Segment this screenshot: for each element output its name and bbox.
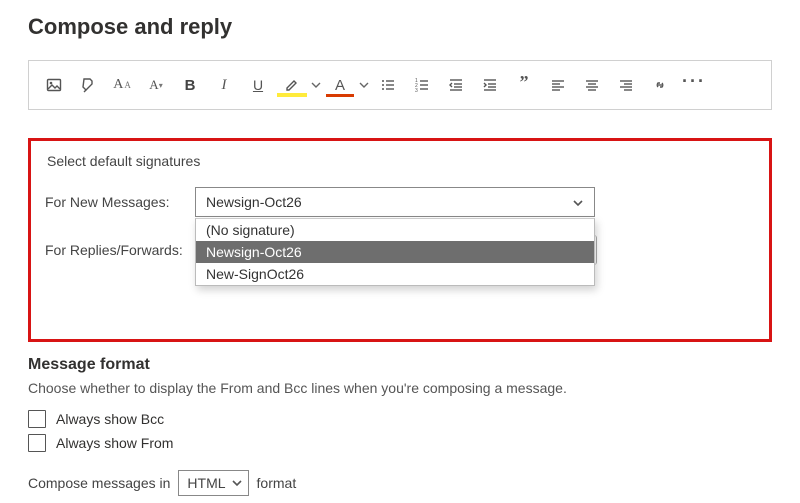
font-color-dropdown-icon[interactable] (357, 71, 371, 99)
page-title: Compose and reply (28, 14, 772, 40)
new-messages-label: For New Messages: (45, 194, 195, 210)
chevron-down-icon (572, 196, 584, 208)
quote-button[interactable]: ” (507, 71, 541, 99)
signatures-heading: Select default signatures (47, 153, 755, 169)
format-painter-icon[interactable] (71, 71, 105, 99)
replies-forwards-label: For Replies/Forwards: (45, 242, 197, 258)
always-show-from-label: Always show From (56, 435, 173, 451)
decrease-indent-button[interactable] (439, 71, 473, 99)
editor-toolbar: AA A▾ B I U A (29, 61, 771, 110)
compose-format-select[interactable]: HTML (178, 470, 248, 496)
compose-suffix: format (257, 475, 297, 491)
svg-text:3: 3 (415, 88, 418, 93)
signature-dropdown[interactable]: (No signature)Newsign-Oct26New-SignOct26 (195, 218, 595, 286)
compose-format-value: HTML (187, 475, 225, 491)
message-format-heading: Message format (28, 356, 772, 374)
font-size-increase-icon[interactable]: AA (105, 71, 139, 99)
always-show-bcc-row: Always show Bcc (28, 410, 772, 428)
image-icon[interactable] (37, 71, 71, 99)
always-show-bcc-label: Always show Bcc (56, 411, 164, 427)
compose-prefix: Compose messages in (28, 475, 170, 491)
new-messages-selected-value: Newsign-Oct26 (206, 194, 302, 210)
chevron-down-icon (232, 478, 242, 488)
compose-format-row: Compose messages in HTML format (28, 470, 772, 496)
increase-indent-button[interactable] (473, 71, 507, 99)
link-button[interactable] (643, 71, 677, 99)
align-left-button[interactable] (541, 71, 575, 99)
align-right-button[interactable] (609, 71, 643, 99)
numbered-list-button[interactable]: 123 (405, 71, 439, 99)
message-format-description: Choose whether to display the From and B… (28, 380, 772, 396)
bulleted-list-button[interactable] (371, 71, 405, 99)
signature-option[interactable]: Newsign-Oct26 (196, 241, 594, 263)
highlight-button[interactable] (275, 71, 309, 99)
new-messages-row: For New Messages: Newsign-Oct26 (No sign… (45, 187, 755, 217)
font-color-button[interactable]: A (323, 71, 357, 99)
always-show-bcc-checkbox[interactable] (28, 410, 46, 428)
new-messages-select[interactable]: Newsign-Oct26 (No signature)Newsign-Oct2… (195, 187, 595, 217)
signature-option[interactable]: (No signature) (196, 219, 594, 241)
editor-toolbar-container: AA A▾ B I U A (28, 60, 772, 110)
underline-button[interactable]: U (241, 71, 275, 99)
signature-option[interactable]: New-SignOct26 (196, 263, 594, 285)
italic-button[interactable]: I (207, 71, 241, 99)
highlight-dropdown-icon[interactable] (309, 71, 323, 99)
always-show-from-checkbox[interactable] (28, 434, 46, 452)
bold-button[interactable]: B (173, 71, 207, 99)
font-size-decrease-icon[interactable]: A▾ (139, 71, 173, 99)
more-button[interactable]: ··· (677, 71, 711, 99)
default-signatures-section: Select default signatures For New Messag… (28, 138, 772, 342)
always-show-from-row: Always show From (28, 434, 772, 452)
align-center-button[interactable] (575, 71, 609, 99)
